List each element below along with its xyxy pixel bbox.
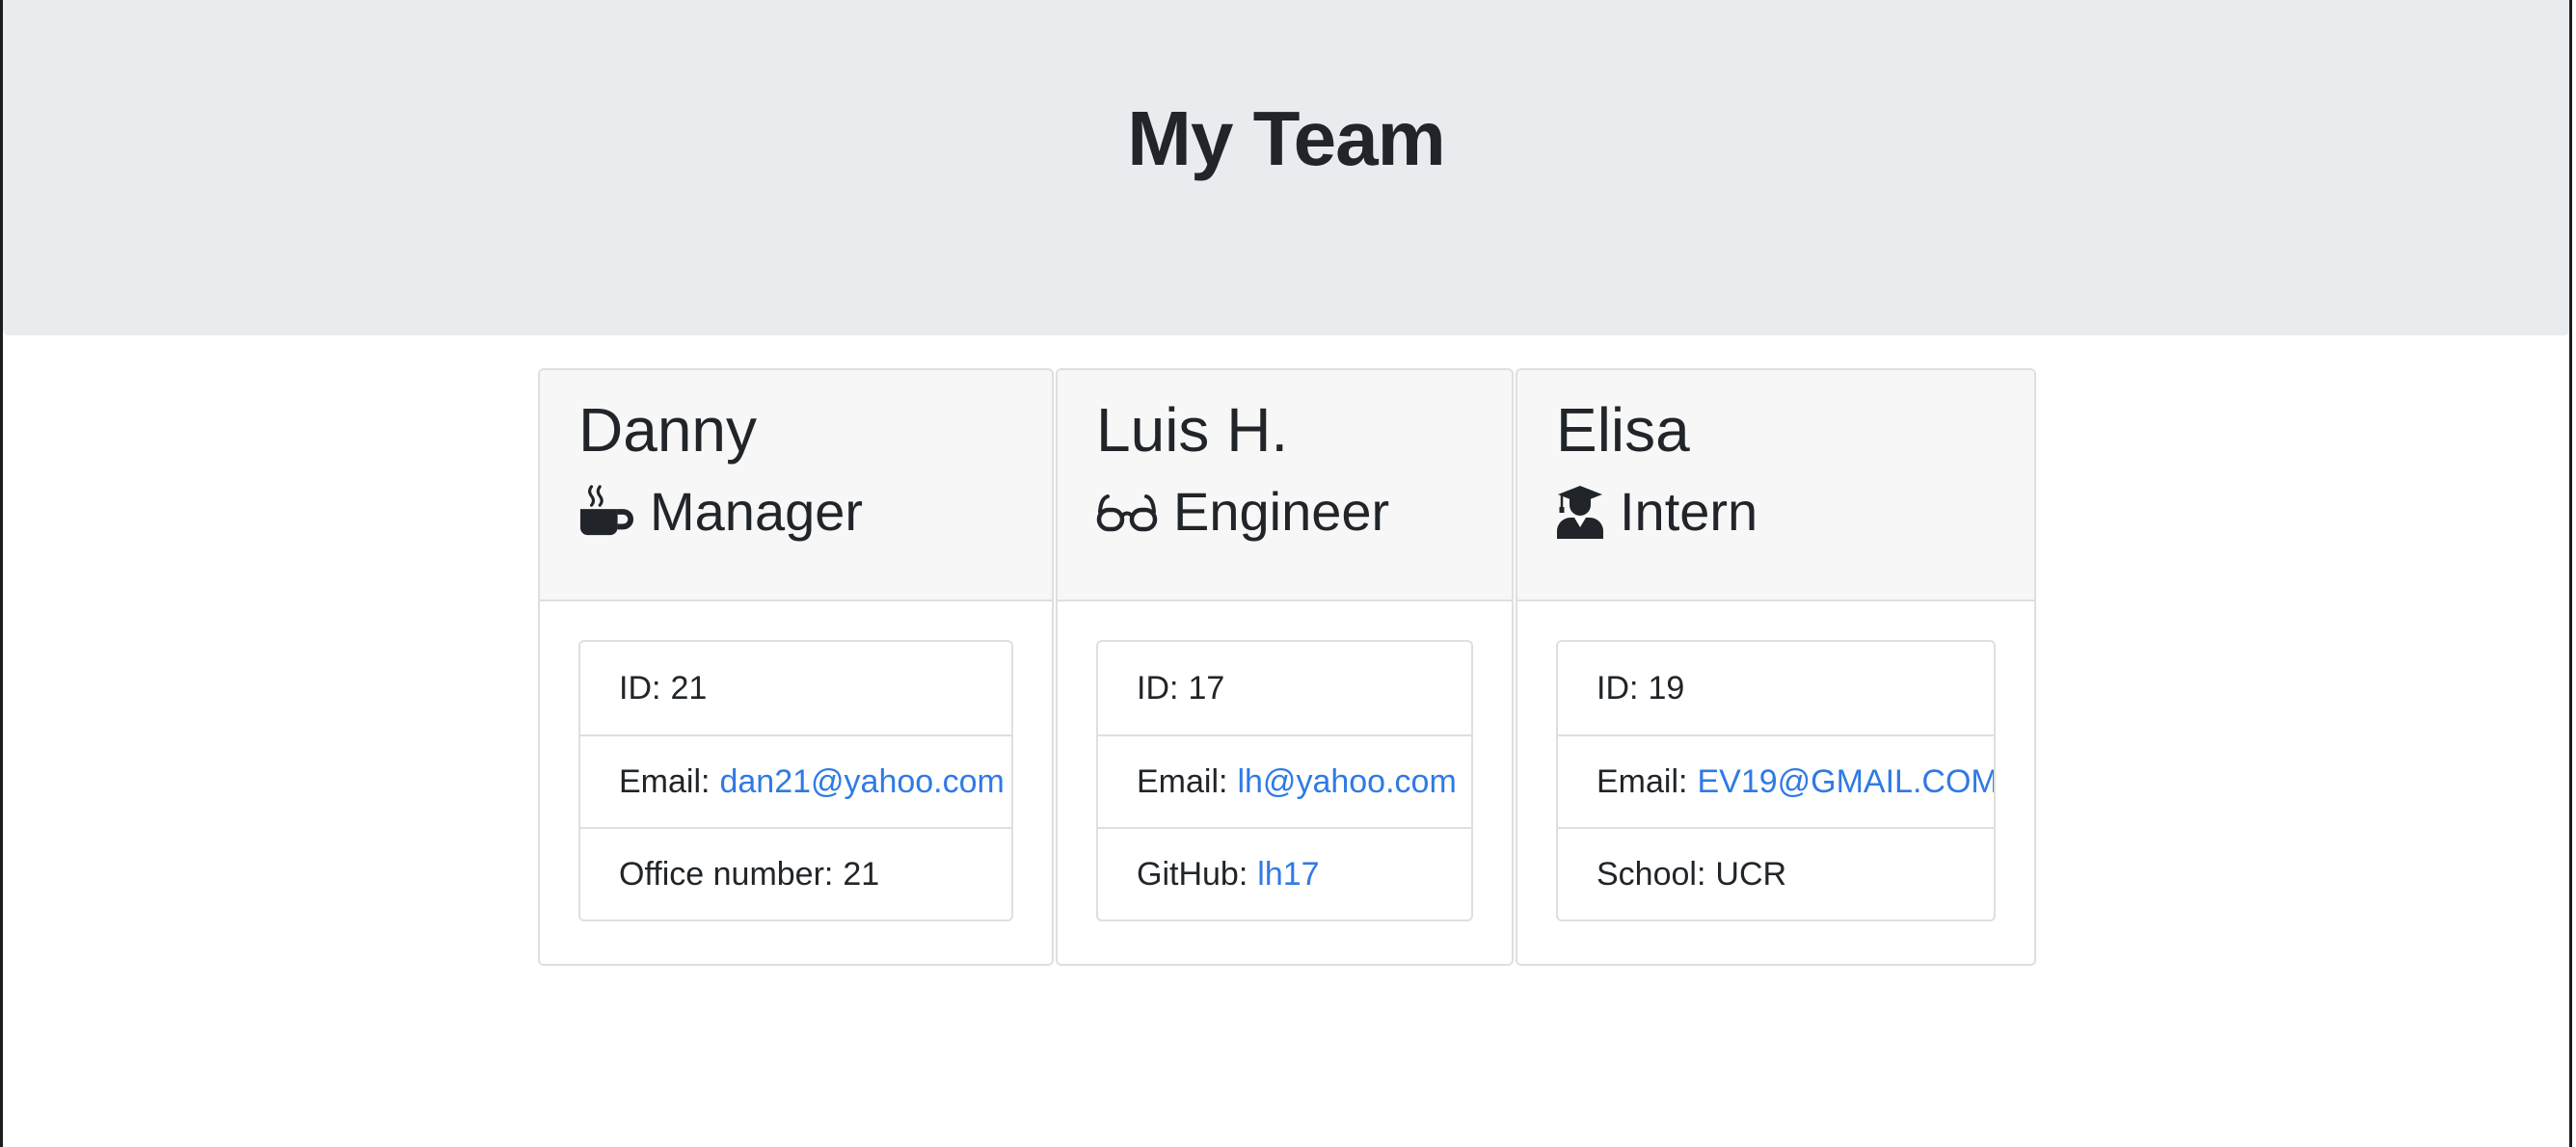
detail-label: Email:	[619, 762, 711, 800]
card-header: Luis H. Engineer	[1058, 370, 1512, 601]
github-link[interactable]: lh17	[1257, 856, 1319, 894]
header-banner: My Team	[3, 0, 2569, 335]
detail-label: Email:	[1137, 762, 1228, 800]
detail-office-number: Office number: 21	[580, 827, 1011, 920]
employee-name: Elisa	[1556, 395, 1690, 465]
coffee-mug-icon	[578, 483, 634, 539]
detail-label: School:	[1597, 855, 1706, 893]
email-link[interactable]: dan21@yahoo.com	[719, 763, 1004, 801]
graduate-icon	[1556, 483, 1604, 540]
employee-role: Intern	[1556, 479, 2034, 544]
detail-label: ID:	[619, 669, 661, 707]
detail-label: ID:	[1137, 669, 1179, 707]
detail-id: ID: 21	[580, 642, 1011, 734]
detail-value: 21	[843, 855, 880, 893]
email-link[interactable]: EV19@GMAIL.COM	[1697, 763, 1994, 801]
role-label: Manager	[650, 480, 864, 542]
email-link[interactable]: lh@yahoo.com	[1237, 763, 1456, 801]
employee-role: Manager	[578, 479, 1052, 544]
employee-details: ID: 21 Email: dan21@yahoo.com Office num…	[578, 640, 1013, 921]
card-body: ID: 17 Email: lh@yahoo.com GitHub: lh17	[1058, 601, 1512, 921]
employee-name: Luis H.	[1096, 395, 1289, 465]
detail-github: GitHub: lh17	[1098, 827, 1471, 920]
employee-name: Danny	[578, 395, 757, 465]
detail-id: ID: 17	[1098, 642, 1471, 734]
role-label: Engineer	[1173, 480, 1390, 542]
detail-email: Email: EV19@GMAIL.COM	[1558, 734, 1994, 827]
detail-label: Office number:	[619, 855, 834, 893]
employee-details: ID: 19 Email: EV19@GMAIL.COM School: UCR	[1556, 640, 1996, 921]
detail-value: 17	[1188, 669, 1225, 707]
detail-value: 19	[1648, 669, 1685, 707]
detail-label: GitHub:	[1137, 855, 1248, 893]
employee-card-manager: Danny Manager ID: 21 Email: dan21@yahoo.…	[538, 368, 1054, 966]
glasses-icon	[1096, 483, 1158, 539]
role-label: Intern	[1620, 480, 1758, 542]
card-header: Elisa Intern	[1517, 370, 2034, 601]
detail-value: UCR	[1715, 855, 1787, 893]
detail-school: School: UCR	[1558, 827, 1994, 920]
detail-label: Email:	[1597, 762, 1688, 800]
detail-email: Email: lh@yahoo.com	[1098, 734, 1471, 827]
card-body: ID: 21 Email: dan21@yahoo.com Office num…	[540, 601, 1052, 921]
detail-value: 21	[670, 669, 708, 707]
card-body: ID: 19 Email: EV19@GMAIL.COM School: UCR	[1517, 601, 2034, 921]
detail-id: ID: 19	[1558, 642, 1994, 734]
team-cards: Danny Manager ID: 21 Email: dan21@yahoo.…	[538, 368, 2036, 966]
page-title: My Team	[1127, 95, 1445, 181]
employee-card-engineer: Luis H. Engineer ID: 17 Email: lh@yahoo.…	[1056, 368, 1514, 966]
employee-details: ID: 17 Email: lh@yahoo.com GitHub: lh17	[1096, 640, 1473, 921]
card-header: Danny Manager	[540, 370, 1052, 601]
detail-label: ID:	[1597, 669, 1639, 707]
employee-card-intern: Elisa Intern ID: 19 Email: EV19@GMAIL.CO…	[1516, 368, 2036, 966]
detail-email: Email: dan21@yahoo.com	[580, 734, 1011, 827]
employee-role: Engineer	[1096, 479, 1512, 544]
